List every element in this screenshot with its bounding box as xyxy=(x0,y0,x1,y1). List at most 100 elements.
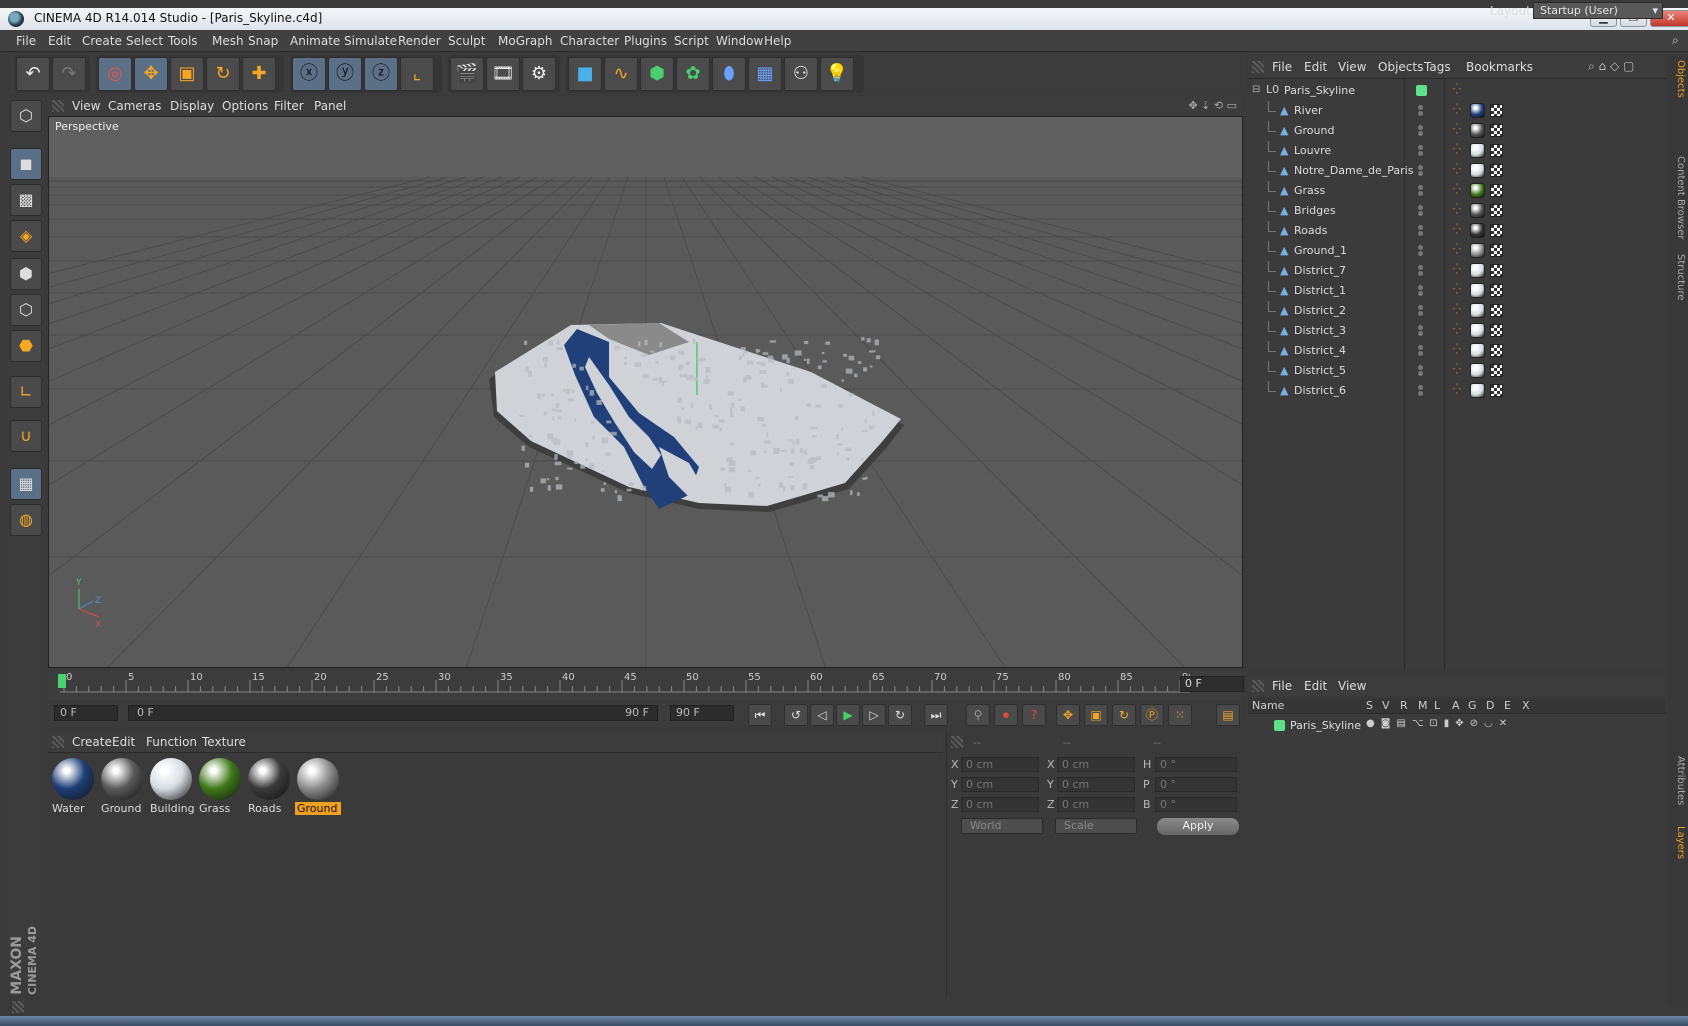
visibility-dots-icon[interactable] xyxy=(1416,205,1426,217)
uvw-tag-icon[interactable] xyxy=(1490,144,1503,157)
phong-tag-icon[interactable]: ⁛ xyxy=(1453,124,1465,138)
viewport-menu-options[interactable]: Options xyxy=(222,99,268,113)
dock-tab-layers[interactable]: Layers xyxy=(1670,826,1686,859)
key-position-icon[interactable]: ✥ xyxy=(1056,704,1080,726)
layer-column-d[interactable]: D xyxy=(1486,699,1494,712)
x-axis-lock-icon[interactable]: ⓧ xyxy=(292,57,326,91)
menu-tools[interactable]: Tools xyxy=(168,34,198,48)
keyframe-selection-icon[interactable]: ⚲ xyxy=(966,704,990,726)
light-icon[interactable]: 💡 xyxy=(820,57,854,91)
render-view-icon[interactable]: 🎬 xyxy=(450,57,484,91)
layer-column-e[interactable]: E xyxy=(1504,699,1511,712)
start-frame-field[interactable]: 0 F xyxy=(54,705,118,721)
uvw-tag-icon[interactable] xyxy=(1490,164,1503,177)
menu-mograph[interactable]: MoGraph xyxy=(498,34,553,48)
layer-column-name[interactable]: Name xyxy=(1252,699,1284,712)
rotate-icon[interactable]: ↻ xyxy=(206,57,240,91)
end-frame-field[interactable]: 90 F xyxy=(670,705,734,721)
dock-tab-structure[interactable]: Structure xyxy=(1670,254,1686,301)
object-row[interactable]: ▲ Notre_Dame_de_Paris ⁛ xyxy=(1248,161,1666,181)
menu-window[interactable]: Window xyxy=(716,34,763,48)
menu-animate[interactable]: Animate xyxy=(290,34,340,48)
phong-tag-icon[interactable]: ⁛ xyxy=(1453,304,1465,318)
object-row[interactable]: ▲ River ⁛ xyxy=(1248,101,1666,121)
menu-edit[interactable]: Edit xyxy=(48,34,71,48)
material-tag-icon[interactable] xyxy=(1470,183,1485,198)
material-tag-icon[interactable] xyxy=(1470,323,1485,338)
render-picture-viewer-icon[interactable]: 🎞 xyxy=(486,57,520,91)
polygons-mode-icon[interactable]: ⬣ xyxy=(10,330,42,362)
collapse-icon[interactable]: ⊟ xyxy=(1252,84,1260,95)
visibility-dots-icon[interactable] xyxy=(1416,185,1426,197)
rotation-field[interactable]: 0 ° xyxy=(1155,757,1237,772)
phong-tag-icon[interactable]: ⁛ xyxy=(1453,244,1465,258)
object-row[interactable]: ▲ Roads ⁛ xyxy=(1248,221,1666,241)
viewport-menu-cameras[interactable]: Cameras xyxy=(108,99,161,113)
menu-file[interactable]: File xyxy=(16,34,36,48)
timeline-window-icon[interactable]: ▤ xyxy=(1216,704,1240,726)
coordinate-type-select[interactable]: Scale xyxy=(1055,818,1137,834)
object-row[interactable]: ▲ Bridges ⁛ xyxy=(1248,201,1666,221)
timeline-ruler[interactable]: 051015202530354045505560657075808590 xyxy=(48,670,1243,700)
object-row[interactable]: ▲ District_2 ⁛ xyxy=(1248,301,1666,321)
object-search-icon[interactable]: ⌕ ⌂ ◇ ▢ xyxy=(1588,59,1634,74)
phong-tag-icon[interactable]: ⁛ xyxy=(1453,164,1465,178)
layer-column-r[interactable]: R xyxy=(1400,699,1408,712)
locked-workplane-icon[interactable]: ▦ xyxy=(10,468,42,500)
grip-icon[interactable] xyxy=(52,736,64,748)
visibility-dots-icon[interactable] xyxy=(1416,265,1426,277)
layer-color-icon[interactable] xyxy=(1274,720,1285,731)
grip-icon[interactable] xyxy=(1252,680,1264,692)
material-tag-icon[interactable] xyxy=(1470,343,1485,358)
material-menu-texture[interactable]: Texture xyxy=(202,735,246,749)
object-menu-tags[interactable]: Tags xyxy=(1424,60,1451,74)
scale-icon[interactable]: ▣ xyxy=(170,57,204,91)
deformer-icon[interactable]: ⬮ xyxy=(712,57,746,91)
material-swatch[interactable]: Ground xyxy=(99,757,145,815)
key-parameter-icon[interactable]: Ⓟ xyxy=(1140,704,1164,726)
undo-icon[interactable]: ↶ xyxy=(16,57,50,91)
layer-row[interactable]: Paris_Skyline ●◙▤⌥⊡▮✥⊘◡✕ xyxy=(1248,716,1666,736)
render-settings-icon[interactable]: ⚙ xyxy=(522,57,556,91)
camera-icon[interactable]: ⚇ xyxy=(784,57,818,91)
viewport-menu-display[interactable]: Display xyxy=(170,99,214,113)
visibility-dots-icon[interactable] xyxy=(1416,145,1426,157)
add-object-icon[interactable]: ✚ xyxy=(242,57,276,91)
uvw-tag-icon[interactable] xyxy=(1490,124,1503,137)
go-to-end-icon[interactable]: ⏭ xyxy=(924,704,948,726)
make-editable-icon[interactable]: ⬡ xyxy=(10,100,42,132)
object-row[interactable]: ▲ District_4 ⁛ xyxy=(1248,341,1666,361)
uvw-tag-icon[interactable] xyxy=(1490,284,1503,297)
object-row-root[interactable]: ⊟ L0 Paris_Skyline ⁛ xyxy=(1248,81,1666,101)
model-mode-icon[interactable]: ◼ xyxy=(10,148,42,180)
menu-snap[interactable]: Snap xyxy=(248,34,278,48)
menu-select[interactable]: Select xyxy=(126,34,163,48)
object-row[interactable]: ▲ Louvre ⁛ xyxy=(1248,141,1666,161)
grip-icon[interactable] xyxy=(1252,61,1264,73)
previous-frame-icon[interactable]: ◁ xyxy=(810,704,834,726)
size-field[interactable]: 0 cm xyxy=(1057,777,1135,792)
cube-icon[interactable]: ■ xyxy=(568,57,602,91)
y-axis-lock-icon[interactable]: ⓨ xyxy=(328,57,362,91)
autokey-icon[interactable]: ? xyxy=(1022,704,1046,726)
material-tag-icon[interactable] xyxy=(1470,263,1485,278)
menu-mesh[interactable]: Mesh xyxy=(212,34,244,48)
edges-mode-icon[interactable]: ⬡ xyxy=(10,294,42,326)
material-swatch[interactable]: Grass xyxy=(197,757,243,815)
uvw-tag-icon[interactable] xyxy=(1490,304,1503,317)
key-scale-icon[interactable]: ▣ xyxy=(1084,704,1108,726)
z-axis-lock-icon[interactable]: ⓩ xyxy=(364,57,398,91)
floor-icon[interactable]: ▦ xyxy=(748,57,782,91)
menu-script[interactable]: Script xyxy=(674,34,709,48)
uvw-tag-icon[interactable] xyxy=(1490,244,1503,257)
uvw-tag-icon[interactable] xyxy=(1490,344,1503,357)
next-frame-icon[interactable]: ▷ xyxy=(862,704,886,726)
material-tag-icon[interactable] xyxy=(1470,143,1485,158)
menu-character[interactable]: Character xyxy=(560,34,619,48)
layer-column-a[interactable]: A xyxy=(1452,699,1460,712)
visibility-dots-icon[interactable] xyxy=(1416,325,1426,337)
object-row[interactable]: ▲ District_7 ⁛ xyxy=(1248,261,1666,281)
phong-tag-icon[interactable]: ⁛ xyxy=(1453,384,1465,398)
key-rotation-icon[interactable]: ↻ xyxy=(1112,704,1136,726)
material-tag-icon[interactable] xyxy=(1470,203,1485,218)
